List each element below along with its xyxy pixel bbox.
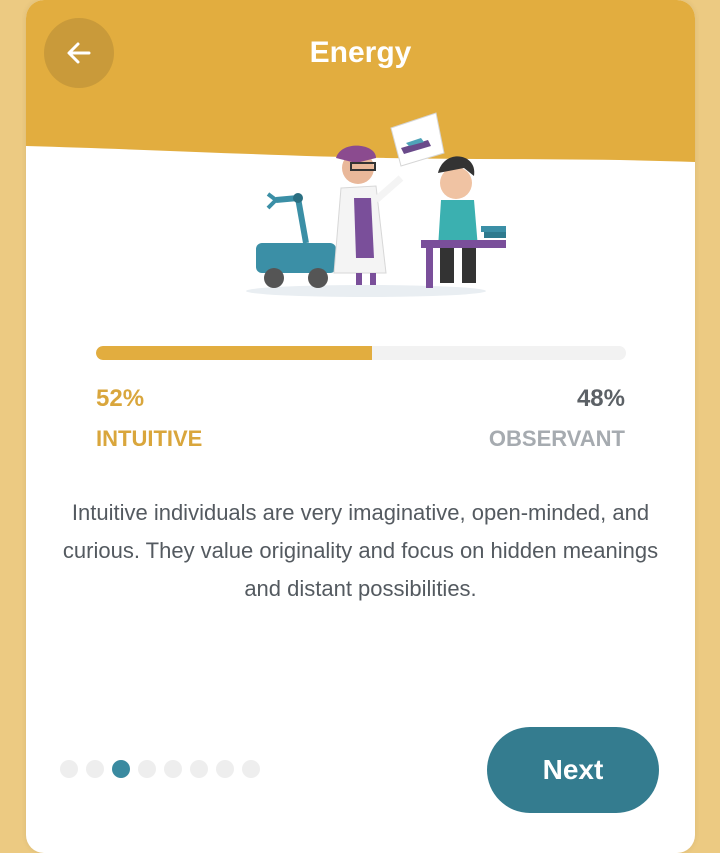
observant-label: OBSERVANT — [488, 426, 625, 451]
scientists-illustration-icon — [246, 112, 506, 297]
pagination-dot — [60, 760, 78, 778]
page-title: Energy — [309, 36, 412, 69]
pagination-dot — [138, 760, 156, 778]
trait-progress-fill — [96, 346, 372, 360]
pagination-dot — [164, 760, 182, 778]
pagination-dot — [242, 760, 260, 778]
next-button[interactable]: Next — [487, 727, 659, 813]
intuitive-percentage: 52% — [96, 385, 145, 412]
pagination-dot — [112, 760, 130, 778]
trait-progress-bar — [96, 346, 626, 360]
pagination-dot — [216, 760, 234, 778]
pagination-dot — [86, 760, 104, 778]
intuitive-label: INTUITIVE — [96, 426, 203, 451]
trait-description: Intuitive individuals are very imaginati… — [62, 500, 659, 601]
pagination-dots — [60, 760, 268, 778]
pagination-dot — [190, 760, 208, 778]
result-card: Energy 52% 48% INTUITIVE OBSERVANT Intui… — [26, 0, 695, 853]
observant-percentage: 48% — [576, 385, 625, 412]
